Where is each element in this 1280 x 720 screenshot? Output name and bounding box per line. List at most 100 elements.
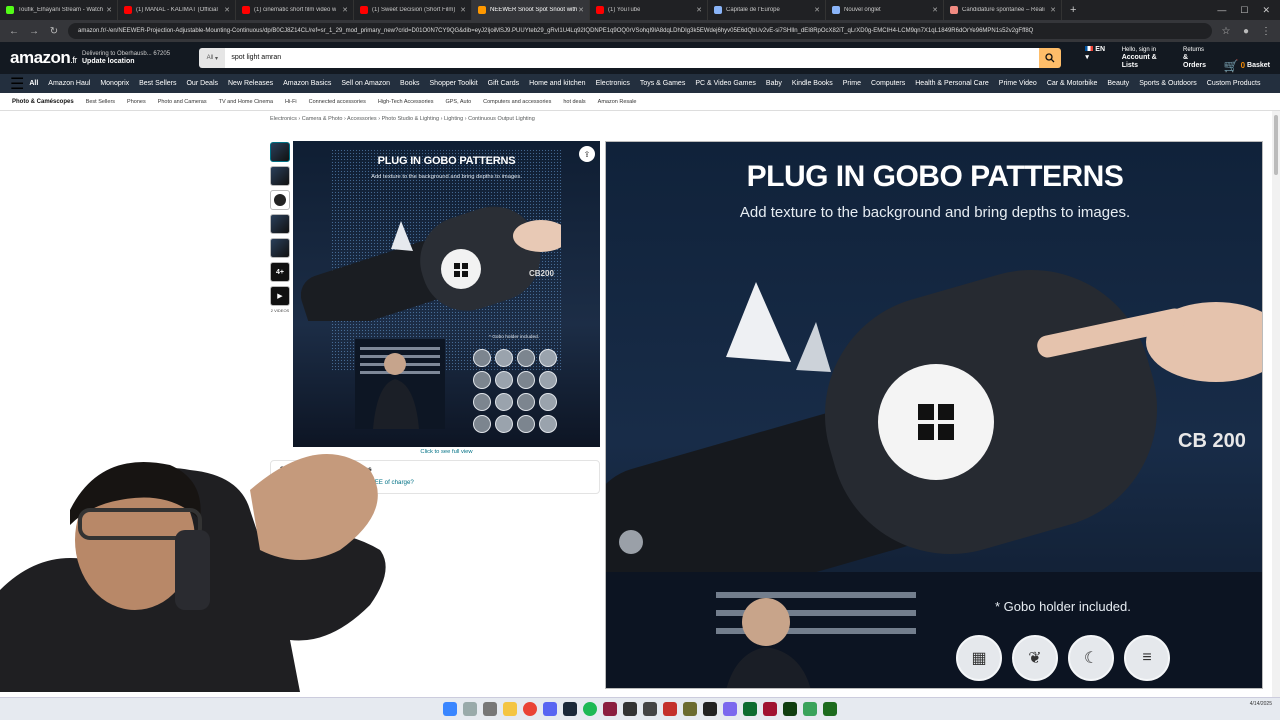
- thumbnail[interactable]: [270, 190, 290, 210]
- spotify-icon[interactable]: [583, 702, 597, 716]
- nav-link[interactable]: Books: [395, 80, 424, 87]
- subnav-link[interactable]: TV and Home Cinema: [219, 99, 273, 105]
- thumbnail[interactable]: [270, 166, 290, 186]
- browser-tab[interactable]: Capitale de l'Europe ✕: [708, 0, 826, 20]
- nav-link[interactable]: Prime: [838, 80, 866, 87]
- app-icon[interactable]: [603, 702, 617, 716]
- tab-close-icon[interactable]: ✕: [578, 6, 584, 14]
- new-tab-icon[interactable]: +: [1062, 4, 1084, 16]
- app-icon[interactable]: [643, 702, 657, 716]
- tab-close-icon[interactable]: ✕: [932, 6, 938, 14]
- app-icon[interactable]: [783, 702, 797, 716]
- subnav-link[interactable]: Amazon Resale: [598, 99, 637, 105]
- browser-tab[interactable]: (1) cinematic short film video w ✕: [236, 0, 354, 20]
- reload-icon[interactable]: ↻: [48, 26, 60, 37]
- nav-link[interactable]: Best Sellers: [134, 80, 181, 87]
- search-button[interactable]: [1039, 48, 1062, 68]
- subnav-link[interactable]: GPS, Auto: [445, 99, 471, 105]
- video-thumbnail[interactable]: ▶: [270, 286, 290, 306]
- nav-link[interactable]: Shopper Toolkit: [425, 80, 483, 87]
- menu-icon[interactable]: ⋮: [1260, 26, 1272, 37]
- thumbnail[interactable]: [270, 142, 290, 162]
- browser-tab[interactable]: (1) MANAL - KALIMAT (Official ✕: [118, 0, 236, 20]
- browser-tab[interactable]: Toufik_Elhayani Stream - Watch ✕: [0, 0, 118, 20]
- more-thumbnails[interactable]: 4+: [270, 262, 290, 282]
- search-input[interactable]: spot light amran: [225, 48, 1040, 68]
- breadcrumb[interactable]: Electronics › Camera & Photo › Accessori…: [270, 116, 535, 122]
- subnav-link[interactable]: Computers and accessories: [483, 99, 551, 105]
- app-icon[interactable]: [703, 702, 717, 716]
- app-icon[interactable]: [683, 702, 697, 716]
- subnav-link[interactable]: Photo & Caméscopes: [12, 99, 74, 105]
- nav-link[interactable]: Sports & Outdoors: [1134, 80, 1202, 87]
- nav-link[interactable]: Home and kitchen: [524, 80, 590, 87]
- nav-link[interactable]: New Releases: [223, 80, 278, 87]
- app-icon[interactable]: [623, 702, 637, 716]
- chrome-icon[interactable]: [523, 702, 537, 716]
- nav-link[interactable]: Prime Video: [994, 80, 1042, 87]
- scrollbar-thumb[interactable]: [1274, 115, 1278, 175]
- nav-link[interactable]: Health & Personal Care: [910, 80, 994, 87]
- subnav-link[interactable]: Best Sellers: [86, 99, 115, 105]
- app-icon[interactable]: [723, 702, 737, 716]
- subnav-link[interactable]: High-Tech Accessories: [378, 99, 434, 105]
- back-icon[interactable]: ←: [8, 26, 20, 37]
- nav-link[interactable]: Gift Cards: [483, 80, 525, 87]
- account-lists[interactable]: Hello, sign in Account & Lists: [1122, 46, 1169, 70]
- main-product-image[interactable]: PLUG IN GOBO PATTERNS Add texture to the…: [293, 141, 600, 447]
- basket[interactable]: 🛒 0 Basket: [1224, 46, 1270, 72]
- bookmark-star-icon[interactable]: ☆: [1220, 26, 1232, 37]
- nav-link[interactable]: Monoprix: [95, 80, 134, 87]
- deliver-to[interactable]: Delivering to Oberhausb... 67205 Update …: [82, 50, 183, 66]
- thumbnail[interactable]: [270, 214, 290, 234]
- nav-link[interactable]: Kindle Books: [787, 80, 838, 87]
- browser-tab[interactable]: NEEWER Snoot Spot Snoot with ✕: [472, 0, 590, 20]
- nav-link[interactable]: Our Deals: [181, 80, 223, 87]
- tab-close-icon[interactable]: ✕: [224, 6, 230, 14]
- nav-link[interactable]: Computers: [866, 80, 910, 87]
- returns-orders[interactable]: Returns & Orders: [1183, 46, 1210, 70]
- app-icon[interactable]: [743, 702, 757, 716]
- tab-close-icon[interactable]: ✕: [106, 6, 112, 14]
- nav-link[interactable]: Amazon Haul: [43, 80, 95, 87]
- subnav-link[interactable]: Hi-Fi: [285, 99, 297, 105]
- all-menu-button[interactable]: All: [24, 80, 43, 87]
- nav-link[interactable]: Baby: [761, 80, 787, 87]
- page-scrollbar[interactable]: [1272, 111, 1280, 697]
- browser-tab[interactable]: (1) Sweet Decision (Short Film) ✕: [354, 0, 472, 20]
- app-icon[interactable]: [663, 702, 677, 716]
- discord-icon[interactable]: [543, 702, 557, 716]
- tab-close-icon[interactable]: ✕: [814, 6, 820, 14]
- nav-link[interactable]: Electronics: [591, 80, 635, 87]
- language-selector[interactable]: EN ▾: [1085, 46, 1107, 70]
- nav-link[interactable]: Beauty: [1102, 80, 1134, 87]
- nav-link[interactable]: Custom Products: [1202, 80, 1266, 87]
- app-icon[interactable]: [763, 702, 777, 716]
- url-field[interactable]: amazon.fr/-/en/NEEWER-Projection-Adjusta…: [68, 23, 1212, 39]
- tab-close-icon[interactable]: ✕: [1050, 6, 1056, 14]
- search-category-select[interactable]: All ▾: [199, 48, 226, 68]
- subnav-link[interactable]: hot deals: [563, 99, 585, 105]
- steam-icon[interactable]: [563, 702, 577, 716]
- minimize-icon[interactable]: —: [1217, 5, 1226, 15]
- app-icon[interactable]: [823, 702, 837, 716]
- app-icon[interactable]: [803, 702, 817, 716]
- profile-icon[interactable]: ●: [1240, 26, 1252, 37]
- start-icon[interactable]: [443, 702, 457, 716]
- subnav-link[interactable]: Connected accessories: [309, 99, 366, 105]
- search-taskbar-icon[interactable]: [463, 702, 477, 716]
- forward-icon[interactable]: →: [28, 26, 40, 37]
- tab-close-icon[interactable]: ✕: [342, 6, 348, 14]
- nav-link[interactable]: Amazon Basics: [278, 80, 336, 87]
- tab-close-icon[interactable]: ✕: [696, 6, 702, 14]
- nav-link[interactable]: Car & Motorbike: [1042, 80, 1103, 87]
- amazon-logo[interactable]: amazon.fr: [10, 48, 77, 68]
- browser-tab[interactable]: Nouvel onglet ✕: [826, 0, 944, 20]
- system-tray[interactable]: 4/14/2025: [1250, 701, 1272, 708]
- taskview-icon[interactable]: [483, 702, 497, 716]
- close-window-icon[interactable]: ✕: [1262, 5, 1270, 16]
- nav-link[interactable]: PC & Video Games: [690, 80, 761, 87]
- explorer-icon[interactable]: [503, 702, 517, 716]
- browser-tab[interactable]: Candidature spontanée – Réali ✕: [944, 0, 1062, 20]
- nav-link[interactable]: Toys & Games: [635, 80, 691, 87]
